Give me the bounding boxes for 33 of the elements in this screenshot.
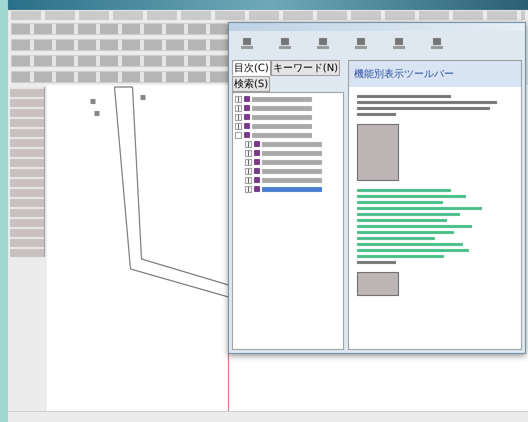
expander-icon[interactable] — [245, 186, 252, 192]
expander-icon[interactable] — [245, 158, 252, 166]
toolbar-icon[interactable] — [429, 36, 445, 52]
tree-item-drawing[interactable] — [252, 96, 312, 102]
expander-icon[interactable] — [245, 176, 252, 184]
tab[interactable]: 検索(S) — [232, 76, 270, 92]
tab[interactable]: キーワード(N) — [270, 60, 340, 76]
grip-icon[interactable] — [90, 99, 96, 104]
grip-icon[interactable] — [94, 111, 100, 116]
toolbar-icon[interactable] — [391, 36, 407, 52]
expander-icon[interactable] — [245, 150, 252, 156]
expander-icon[interactable] — [235, 122, 242, 130]
tree-item-drawing[interactable] — [262, 150, 322, 156]
expander-icon[interactable] — [245, 168, 252, 174]
expander-icon[interactable] — [245, 140, 252, 148]
toolbar-icon[interactable] — [277, 36, 293, 52]
tree-item-drawing[interactable] — [252, 114, 312, 120]
tree-item-drawing[interactable] — [262, 186, 322, 192]
toolbar-icon[interactable] — [353, 36, 369, 52]
toolbar-icon[interactable] — [315, 36, 331, 52]
topic-title: 機能別表示ツールバー — [354, 68, 455, 81]
tree-item-drawing[interactable] — [262, 160, 322, 164]
tree-item-drawing[interactable] — [262, 178, 322, 182]
tree-item-drawing[interactable] — [262, 168, 322, 174]
expander-icon[interactable] — [235, 104, 242, 112]
expander-icon[interactable] — [235, 96, 242, 102]
expander-icon[interactable] — [235, 114, 242, 120]
toolbar-icon[interactable] — [239, 36, 255, 52]
tree-item-drawing[interactable] — [262, 142, 322, 146]
grip-icon[interactable] — [140, 95, 146, 100]
tab[interactable]: 目次(C) — [232, 60, 271, 76]
tree-item-drawing[interactable] — [252, 124, 312, 128]
tree-item-drawing[interactable] — [252, 106, 312, 110]
